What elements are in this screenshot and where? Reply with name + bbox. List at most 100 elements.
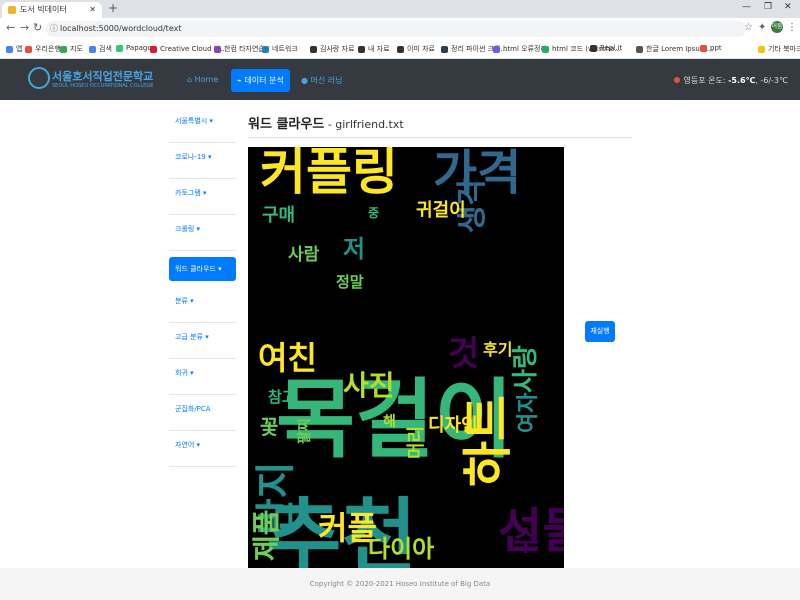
window-close-icon[interactable]: ✕ [784, 2, 792, 12]
nav-machine-learning[interactable]: ● 머신 러닝 [301, 75, 343, 86]
nav-home[interactable]: ⌂ Home [187, 75, 218, 84]
nav-data-analysis-label: 데이터 분석 [244, 76, 284, 85]
bookmark-icon [6, 45, 13, 53]
tab-title: 도서 빅데이터 [20, 5, 67, 14]
word-cloud-word: 사랑 [511, 345, 541, 394]
bookmark-label: html 오류정리 [503, 45, 547, 53]
bookmark-item[interactable]: 지도 [60, 44, 83, 54]
word-cloud-word: 하트 [459, 395, 517, 487]
sidebar-item-crawling[interactable]: 크롤링 ▾ [169, 215, 236, 251]
bookmark-item[interactable]: 우리은행 [25, 44, 61, 54]
bookmark-icon [262, 45, 269, 53]
bookmark-label: 한컴 타자연습 [224, 45, 265, 53]
word-cloud-word: 여친 [258, 339, 317, 377]
bookmark-icon [493, 45, 500, 53]
maximize-icon[interactable]: ❐ [764, 2, 772, 12]
forward-icon[interactable]: → [20, 21, 29, 34]
sidebar-item-advanced-classification[interactable]: 고급 분류 ▾ [169, 323, 236, 359]
bookmark-icon [441, 45, 448, 53]
word-cloud-word: 저 [343, 235, 366, 263]
new-tab-icon[interactable]: + [108, 1, 118, 15]
sidebar-item-wordcloud[interactable]: 워드 클라우드 ▾ [169, 257, 236, 281]
sidebar-item-regression[interactable]: 회귀 ▾ [169, 359, 236, 395]
logo-mark-icon [28, 67, 50, 89]
bookmark-item[interactable]: 내 자료 [358, 44, 390, 54]
word-cloud-word: 후기 [483, 340, 513, 359]
bookmark-star-icon[interactable]: ☆ [744, 22, 753, 33]
sidebar-item-classification[interactable]: 분류 ▾ [169, 287, 236, 323]
sidebar-item-seoul[interactable]: 서울특별시 ▾ [169, 107, 236, 143]
bookmark-icon [89, 45, 96, 53]
bookmark-item[interactable]: Papago [116, 44, 152, 52]
close-tab-icon[interactable]: ✕ [89, 2, 96, 18]
reload-icon[interactable]: ↻ [33, 21, 42, 34]
bookmark-item[interactable]: 앱 [6, 44, 22, 54]
word-cloud-word: 수 [513, 524, 539, 557]
bookmark-item[interactable]: 기타 북마크 [758, 44, 800, 54]
weather-sun-icon [674, 77, 681, 83]
nav-data-analysis[interactable]: ⌁ 데이터 분석 [231, 69, 290, 92]
bookmark-item[interactable]: 한컴 타자연습 [214, 44, 265, 54]
minimize-icon[interactable]: — [742, 2, 751, 12]
word-cloud-word: 것 [448, 334, 480, 374]
sidebar-item-clustering[interactable]: 군집화/PCA [169, 395, 236, 431]
word-cloud-word: 중 [368, 206, 380, 220]
bookmark-label: Repl.it [600, 44, 623, 52]
browser-toolbar: ← → ↻ ⓘ localhost:5000/wordcloud/text ☆ … [0, 18, 800, 41]
bookmark-item[interactable]: 네트워크 [262, 44, 298, 54]
profile-avatar[interactable]: 어둠 [771, 21, 783, 33]
page-title-text: 워드 클라우드 [248, 117, 325, 132]
word-cloud-word: 구매 [262, 205, 296, 226]
word-cloud-word: 귀걸이 [416, 200, 466, 221]
page-subtitle: - girlfriend.txt [324, 118, 404, 131]
bookmark-label: 앱 [16, 45, 23, 53]
word-cloud-word: 참고 [268, 388, 296, 406]
bookmark-label: 검색 [99, 45, 112, 53]
app-navbar: 서울호서직업전문학교 SEOUL HOSEO OCCUPATIONAL COLL… [0, 59, 800, 100]
browser-titlebar: 도서 빅데이터 ✕ + — ❐ ✕ [0, 0, 800, 18]
bookmark-item[interactable]: 이미 자료 [397, 44, 435, 54]
sidebar-item-nlp[interactable]: 자연어 ▾ [169, 431, 236, 467]
title-divider [248, 137, 632, 138]
extensions-icon[interactable]: ✦ [758, 22, 766, 33]
bookmark-label: 네트워크 [272, 45, 298, 53]
bookmark-item[interactable]: ppt [700, 44, 722, 52]
word-cloud-word: 디자인 [428, 415, 478, 436]
word-cloud-image: 목걸이추천커플링가격하트반지커플선물여친사진사랑디자인다이아제품생각구매귀걸이여… [248, 147, 564, 570]
weather-info: 영등포 온도: -5.6℃, -6/-3℃ [674, 75, 788, 86]
bookmark-icon [636, 45, 643, 53]
menu-icon[interactable]: ⋮ [787, 22, 797, 33]
sidebar-item-covid[interactable]: 코로나-19 ▾ [169, 143, 236, 179]
bookmark-icon [590, 44, 597, 52]
browser-tab[interactable]: 도서 빅데이터 ✕ [2, 2, 102, 18]
bookmark-item[interactable]: 김사랑 자료 [310, 44, 354, 54]
bookmark-item[interactable]: 검색 [89, 44, 112, 54]
weather-region: 영등포 [683, 76, 706, 85]
school-logo[interactable]: 서울호서직업전문학교 SEOUL HOSEO OCCUPATIONAL COLL… [28, 67, 153, 93]
word-cloud-word: 정말 [336, 273, 364, 291]
bookmark-item[interactable]: html 오류정리 [493, 44, 547, 54]
bookmark-icon [358, 45, 365, 53]
nav-ml-label: 머신 러닝 [310, 76, 343, 85]
word-cloud-word: 팔찌 [297, 418, 313, 444]
bookmark-label: 기타 북마크 [768, 45, 800, 53]
bookmark-icon [397, 45, 404, 53]
favicon-icon [8, 6, 16, 14]
address-bar[interactable]: ⓘ localhost:5000/wordcloud/text [46, 21, 746, 37]
word-cloud-word: 커플링 [260, 147, 398, 201]
bookmark-label: 지도 [70, 45, 83, 53]
back-icon[interactable]: ← [6, 21, 15, 34]
bookmark-icon [214, 45, 221, 53]
bookmark-icon [150, 45, 157, 53]
bookmark-icon [700, 44, 707, 52]
bookmark-label: ppt [710, 44, 722, 52]
weather-range: , -6/-3℃ [755, 76, 788, 85]
bookmark-icon [542, 45, 549, 53]
bookmark-item[interactable]: Repl.it [590, 44, 622, 52]
rerun-button[interactable]: 재실행 [585, 321, 615, 342]
word-cloud-word: 머리 [406, 425, 427, 459]
bookmark-icon [758, 45, 765, 53]
sidebar-item-cartogram[interactable]: 카토그램 ▾ [169, 179, 236, 215]
word-cloud-word: 여자 [516, 392, 541, 434]
word-cloud-word: 꽃 [260, 415, 279, 439]
